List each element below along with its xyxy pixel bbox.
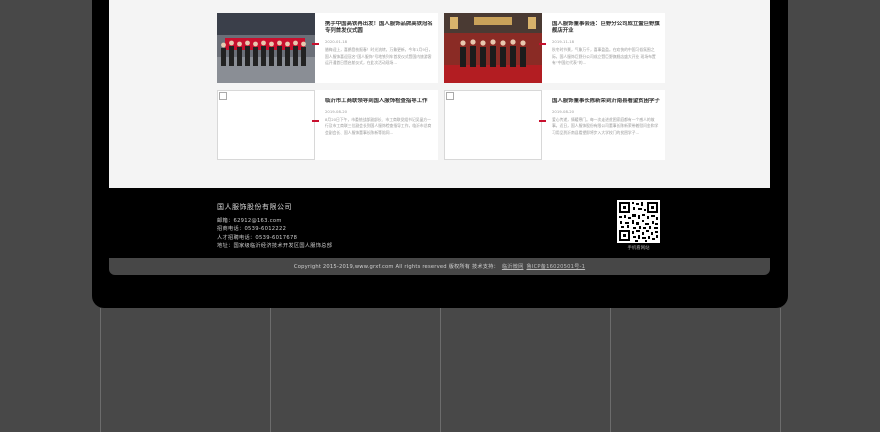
news-thumbnail[interactable] <box>444 13 542 83</box>
news-summary: 腊梅迎上，喜鹊登枝报春！时光流转，万象更新，今年1月9日，国人服饰喜迎冠名“国人… <box>325 47 433 65</box>
news-thumbnail[interactable] <box>217 13 315 83</box>
news-date: 2019-11-18 <box>552 39 575 45</box>
footer-investment-phone: 招商电话：0539-6012222 <box>217 226 287 233</box>
broken-image-icon <box>219 92 227 100</box>
broken-image-icon <box>446 92 454 100</box>
news-card[interactable]: 国人服饰董事长陈新荣到沂南县看望贫困学子 2019-08-20 爱心传递，情暖寒… <box>444 90 665 160</box>
bg-divider <box>610 308 611 432</box>
bg-divider <box>100 308 101 432</box>
news-photo-image <box>444 13 542 83</box>
news-card[interactable]: 携手中国高铁再出发！国人服饰品牌高铁冠名专列首发仪式圆 2020-01-18 腊… <box>217 13 438 83</box>
icp-license-link[interactable]: 鲁ICP备16020501号-1 <box>526 263 585 270</box>
accent-marker <box>539 43 546 45</box>
accent-marker <box>312 120 319 122</box>
news-title[interactable]: 国人服饰董事长陈新荣到沂南县看望贫困学子 <box>552 98 660 105</box>
news-date: 2019-08-20 <box>552 109 575 115</box>
bg-divider <box>270 308 271 432</box>
news-title[interactable]: 携手中国高铁再出发！国人服饰品牌高铁冠名专列首发仪式圆 <box>325 21 433 35</box>
accent-marker <box>312 43 319 45</box>
news-card[interactable]: 国人服饰董事会连：巨野分公司成立暨巨野旗舰店开业 2019-11-18 秋冬时节… <box>444 13 665 83</box>
qr-label: 手机看网站 <box>627 246 650 251</box>
news-photo-image <box>217 13 315 83</box>
news-title[interactable]: 国人服饰董事会连：巨野分公司成立暨巨野旗舰店开业 <box>552 21 660 35</box>
bg-divider <box>780 308 781 432</box>
news-thumbnail[interactable] <box>217 90 315 160</box>
footer-company-name: 国人服饰股份有限公司 <box>217 203 292 211</box>
footer-recruit-phone: 人才招聘电话：0539-6017678 <box>217 234 298 241</box>
news-panel: 携手中国高铁再出发！国人服饰品牌高铁冠名专列首发仪式圆 2020-01-18 腊… <box>109 0 770 188</box>
footer-contact-info: 邮箱：62912@163.com 招商电话：0539-6012222 人才招聘电… <box>217 217 332 251</box>
news-summary: 8月20日下午，市委统战部副部长、市工商联党组书记吴晶方一行及市工商联三位副会长… <box>325 117 432 135</box>
copyright-bar: Copyright 2015-2019,www.grxf.com All rig… <box>109 258 770 275</box>
news-summary: 爱心传递，情暖寒门。每一次走进贫困家庭都有一个感人的故事。近日，国人服饰股份有限… <box>552 117 659 135</box>
news-card[interactable]: 临沂市工商联领导到国人服饰检查指导工作 2019-08-20 8月20日下午，市… <box>217 90 438 160</box>
accent-marker <box>539 120 546 122</box>
qr-code-icon <box>617 200 660 243</box>
footer-email: 邮箱：62912@163.com <box>217 218 282 224</box>
news-summary: 秋冬时节景，气象万千，喜事盈盈。在欢快的中国习俗氛围之际，国人服饰巨野分公司成立… <box>552 47 656 65</box>
copyright-text: Copyright 2015-2019,www.grxf.com All rig… <box>293 264 499 270</box>
news-date: 2020-01-18 <box>325 39 348 45</box>
bg-divider <box>440 308 441 432</box>
news-thumbnail[interactable] <box>444 90 542 160</box>
tech-support-link[interactable]: 临沂微网 <box>502 263 524 270</box>
news-date: 2019-08-20 <box>325 109 348 115</box>
news-title[interactable]: 临沂市工商联领导到国人服饰检查指导工作 <box>325 98 433 105</box>
footer-address: 地址：国家级临沂经济技术开发区国人服饰总部 <box>217 243 333 250</box>
